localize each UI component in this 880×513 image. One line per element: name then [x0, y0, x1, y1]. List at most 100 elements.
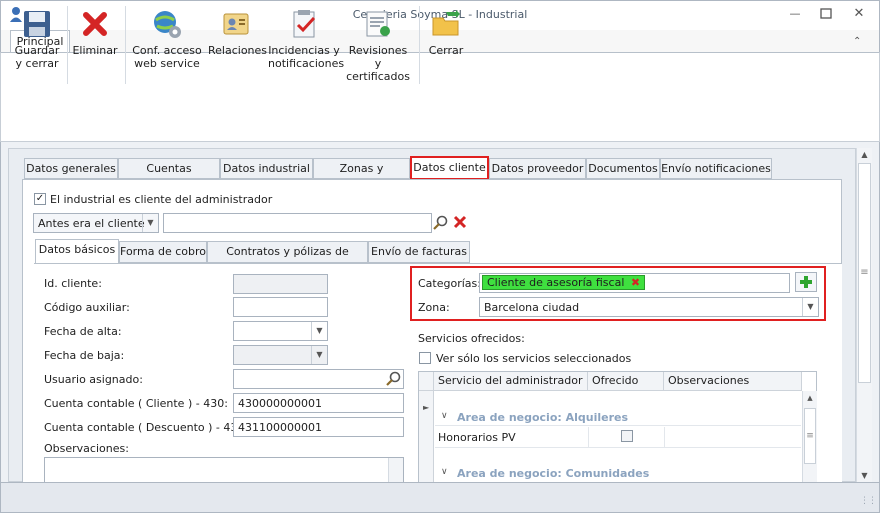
fecha-baja-field[interactable]: ▼	[233, 345, 328, 365]
ver-solo-checkbox[interactable]	[419, 352, 431, 364]
delete-x-icon	[83, 12, 107, 36]
fecha-baja-label: Fecha de baja:	[44, 349, 125, 362]
revisiones-button[interactable]: Revisiones y certificados	[344, 8, 412, 83]
revisiones-label: Revisiones y	[348, 44, 408, 70]
checklist-icon	[293, 10, 316, 38]
add-category-icon[interactable]	[795, 272, 817, 292]
incidencias-button[interactable]: Incidencias y notificaciones	[268, 8, 344, 78]
incidencias-label: Incidencias y	[268, 44, 340, 57]
subtab-forma-cobro[interactable]: Forma de cobro	[119, 241, 207, 263]
page-scrollbar[interactable]: ▲ ≡ ▼	[856, 148, 872, 482]
ribbon-separator	[67, 6, 68, 84]
resize-grip-icon[interactable]: ⋮⋮	[860, 496, 877, 506]
zona-label: Zona:	[418, 301, 450, 314]
status-bar	[0, 482, 880, 513]
maximize-icon[interactable]	[816, 6, 836, 22]
relaciones-label: Relaciones	[208, 44, 268, 57]
antes-era-cliente-dropdown[interactable]: Antes era el cliente ▼	[33, 213, 159, 233]
categorias-label: Categorías:	[418, 277, 481, 290]
usuario-asignado-field[interactable]	[233, 369, 404, 389]
cuenta-descuento-field[interactable]: 431100000001	[233, 417, 404, 437]
tab-zonas-servicios[interactable]: Zonas y servicios	[313, 158, 410, 194]
is-client-checkbox[interactable]: ✓	[34, 193, 46, 205]
ver-solo-label: Ver sólo los servicios seleccionados	[436, 352, 632, 365]
close-icon[interactable]: ✕	[849, 6, 869, 22]
tab-datos-generales[interactable]: Datos generales	[24, 158, 118, 179]
relaciones-button[interactable]: Relaciones	[208, 8, 268, 78]
categoria-tag-label: Cliente de asesoría fiscal	[487, 276, 625, 289]
scrollbar[interactable]	[388, 458, 403, 482]
minimize-icon[interactable]: —	[785, 6, 805, 22]
tab-envio-notificaciones[interactable]: Envío notificaciones	[660, 158, 772, 179]
tab-datos-industrial[interactable]: Datos industrial	[220, 158, 313, 179]
cell-divider	[664, 427, 665, 448]
search-icon[interactable]	[386, 371, 402, 387]
ofrecido-checkbox[interactable]	[621, 430, 633, 442]
tab-cuentas-bancarias[interactable]: Cuentas bancarias	[118, 158, 220, 194]
cuenta-cliente-label: Cuenta contable ( Cliente ) - 430:	[44, 397, 228, 410]
zona-dropdown[interactable]: Barcelona ciudad ▼	[479, 297, 819, 317]
save-close-button[interactable]: Guardar y cerrar	[14, 8, 60, 78]
servicios-label: Servicios ofrecidos:	[418, 332, 525, 345]
zona-value: Barcelona ciudad	[484, 301, 580, 314]
remove-tag-icon[interactable]: ✖	[631, 276, 640, 289]
scroll-up-icon[interactable]: ▲	[857, 150, 872, 159]
fecha-alta-field[interactable]: ▼	[233, 321, 328, 341]
grid-header-observaciones[interactable]: Observaciones	[664, 372, 802, 391]
cerrar-label: Cerrar	[428, 44, 464, 57]
search-icon[interactable]	[433, 215, 449, 231]
antes-cliente-search-input[interactable]	[163, 213, 432, 233]
grid-header-servicio[interactable]: Servicio del administrador	[434, 372, 588, 391]
webservice-config-button[interactable]: Conf. acceso web service	[132, 8, 202, 78]
chevron-down-icon[interactable]: ∨	[441, 411, 448, 421]
save-label-2: y cerrar	[15, 57, 59, 70]
fecha-alta-label: Fecha de alta:	[44, 325, 122, 338]
webservice-label: Conf. acceso	[132, 44, 202, 57]
delete-button[interactable]: Eliminar	[72, 8, 118, 78]
ribbon-separator	[125, 6, 126, 84]
tab-documentos[interactable]: Documentos	[586, 158, 660, 179]
servicio-cell: Honorarios PV	[438, 431, 516, 444]
codigo-auxiliar-label: Código auxiliar:	[44, 301, 130, 314]
scroll-thumb[interactable]: ≡	[804, 408, 816, 464]
is-client-label: El industrial es cliente del administrad…	[50, 193, 273, 206]
chevron-down-icon[interactable]: ∨	[441, 467, 448, 477]
categoria-tag[interactable]: Cliente de asesoría fiscal ✖	[482, 275, 646, 290]
webservice-label-2: web service	[134, 57, 200, 70]
usuario-asignado-label: Usuario asignado:	[44, 373, 143, 386]
chevron-down-icon: ▼	[311, 346, 327, 364]
grid-scrollbar[interactable]: ▲ ≡	[802, 391, 817, 482]
clear-icon[interactable]	[452, 214, 468, 230]
delete-label: Eliminar	[72, 44, 118, 57]
globe-gear-icon	[154, 11, 181, 38]
group-row-alquileres[interactable]: ∨ Area de negocio: Alquileres	[435, 406, 801, 426]
folder-exit-icon	[432, 10, 460, 36]
chevron-down-icon: ▼	[802, 298, 818, 316]
observaciones-field[interactable]	[44, 457, 404, 483]
subtab-contratos[interactable]: Contratos y pólizas de seguro	[207, 241, 368, 278]
floppy-icon	[24, 11, 50, 37]
group-label: Area de negocio: Alquileres	[457, 411, 629, 424]
scroll-thumb[interactable]: ≡	[858, 163, 871, 383]
tab-datos-cliente[interactable]: Datos cliente	[410, 156, 489, 180]
grid-header-ofrecido[interactable]: Ofrecido	[588, 372, 664, 391]
id-cliente-field	[233, 274, 328, 294]
certificate-icon	[366, 11, 390, 37]
table-row[interactable]: Honorarios PV	[435, 427, 801, 448]
cerrar-button[interactable]: Cerrar	[424, 8, 468, 78]
group-row-comunidades[interactable]: ∨ Area de negocio: Comunidades	[435, 462, 801, 482]
scroll-up-icon[interactable]: ▲	[803, 394, 817, 402]
scroll-down-icon[interactable]: ▼	[857, 471, 872, 480]
subtab-datos-basicos[interactable]: Datos básicos	[35, 239, 119, 264]
grid-row-indicator-header	[419, 372, 434, 391]
revisiones-label-2: certificados	[346, 70, 410, 83]
chevron-down-icon: ▼	[311, 322, 327, 340]
cuenta-cliente-field[interactable]: 430000000001	[233, 393, 404, 413]
save-label: Guardar	[14, 44, 60, 57]
cuenta-descuento-label: Cuenta contable ( Descuento ) - 4311:	[44, 421, 256, 434]
tab-datos-proveedor[interactable]: Datos proveedor	[489, 158, 586, 179]
codigo-auxiliar-field[interactable]	[233, 297, 328, 317]
ribbon-separator	[419, 6, 420, 84]
collapse-ribbon-icon[interactable]: ⌃	[853, 36, 861, 47]
subtab-envio-facturas[interactable]: Envío de facturas	[368, 241, 470, 263]
